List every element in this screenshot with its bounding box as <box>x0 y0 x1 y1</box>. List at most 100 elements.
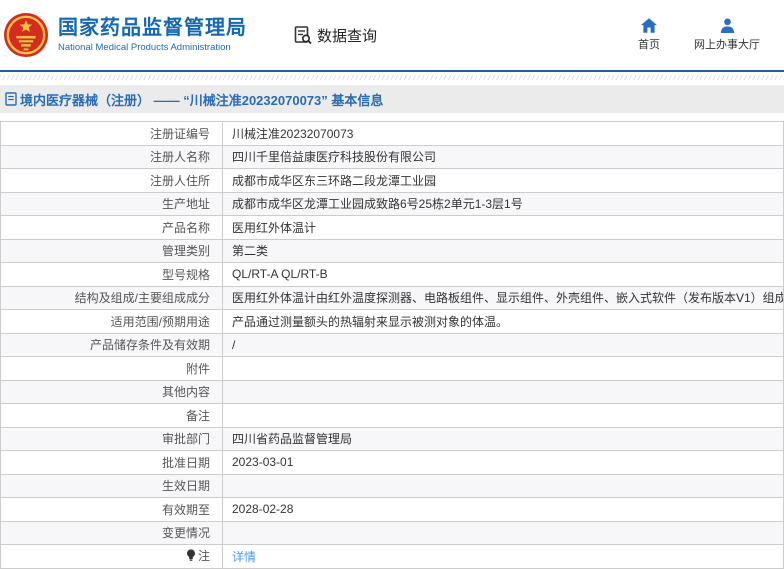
data-query-label: 数据查询 <box>317 27 378 45</box>
table-row: 产品储存条件及有效期 / <box>0 332 784 357</box>
row-label: 型号规格 <box>161 267 210 282</box>
row-label-cell: 注册证编号 <box>0 121 223 146</box>
row-label-cell: 审批部门 <box>0 426 223 451</box>
home-icon <box>641 18 657 33</box>
row-label: 有效期至 <box>161 502 210 517</box>
row-label-cell: 备注 <box>0 403 223 428</box>
row-label: 结构及组成/主要组成成分 <box>74 291 210 306</box>
row-label: 生产地址 <box>161 197 210 212</box>
row-value-cell: 医用红外体温计 <box>222 215 784 240</box>
row-value-cell: 产品通过测量额头的热辐射来显示被测对象的体温。 <box>222 309 784 334</box>
row-label-cell: 注册人住所 <box>0 168 223 193</box>
row-value-cell: QL/RT-A QL/RT-B <box>222 262 784 287</box>
row-value-cell: 川械注准20232070073 <box>222 121 784 146</box>
row-label: 注册人名称 <box>149 150 210 165</box>
header-right-nav: 首页 网上办事大厅 <box>638 18 760 52</box>
table-row: 其他内容 <box>0 379 784 404</box>
person-icon <box>720 18 734 33</box>
table-row: 附件 <box>0 356 784 381</box>
header-divider <box>0 70 784 72</box>
registration-info-table-wrap: 注册证编号 川械注准20232070073 注册人名称 四川千里倍益康医疗科技股份有限… <box>0 121 784 569</box>
row-label: 批准日期 <box>161 455 210 470</box>
row-value-cell <box>222 473 784 498</box>
agency-title: 国家药品监督管理局 <box>58 17 247 39</box>
row-label-cell: 结构及组成/主要组成成分 <box>0 285 223 310</box>
row-label-cell: 产品储存条件及有效期 <box>0 332 223 357</box>
row-value-cell: 2023-03-01 <box>222 450 784 475</box>
row-value: 2028-02-28 <box>232 502 294 517</box>
page-title: 境内医疗器械（注册） —— “川械注准20232070073” 基本信息 <box>20 92 384 108</box>
row-value-cell: 2028-02-28 <box>222 497 784 522</box>
row-label: 产品名称 <box>161 220 210 235</box>
nav-home-label: 首页 <box>638 39 660 51</box>
row-value-cell <box>222 379 784 404</box>
table-row: 变更情况 <box>0 520 784 545</box>
row-value-cell: 医用红外体温计由红外温度探测器、电路板组件、显示组件、外壳组件、嵌入式软件（发布… <box>222 285 784 310</box>
row-value: 四川千里倍益康医疗科技股份有限公司 <box>232 150 437 165</box>
row-value: / <box>232 337 236 352</box>
table-row: 管理类别 第二类 <box>0 238 784 263</box>
row-value-cell: 第二类 <box>222 238 784 263</box>
row-value: 川械注准20232070073 <box>232 126 354 141</box>
row-label: 注册证编号 <box>149 126 210 141</box>
breadcrumb: 境内医疗器械（注册） —— “川械注准20232070073” 基本信息 <box>0 85 784 113</box>
row-value: 第二类 <box>232 244 269 259</box>
row-value: 成都市成华区东三环路二段龙潭工业园 <box>232 173 437 188</box>
row-label: 适用范围/预期用途 <box>110 314 210 329</box>
nav-online-hall[interactable]: 网上办事大厅 <box>694 18 760 52</box>
table-row: 注册人住所 成都市成华区东三环路二段龙潭工业园 <box>0 168 784 193</box>
row-label: 注册人住所 <box>149 173 210 188</box>
row-label: 备注 <box>185 408 210 423</box>
nav-home[interactable]: 首页 <box>638 18 660 52</box>
table-row: 备注 <box>0 403 784 428</box>
row-label: 产品储存条件及有效期 <box>89 338 210 353</box>
row-value-cell: 详情 <box>222 544 784 569</box>
row-label-cell: 变更情况 <box>0 520 223 545</box>
table-row: 注 详情 <box>0 544 784 569</box>
data-query-nav[interactable]: 数据查询 <box>293 25 377 46</box>
row-value: 2023-03-01 <box>232 455 294 470</box>
agency-logo[interactable]: 国家药品监督管理局 National Medical Products Admi… <box>3 12 247 58</box>
table-row: 适用范围/预期用途 产品通过测量额头的热辐射来显示被测对象的体温。 <box>0 309 784 334</box>
table-row: 注册人名称 四川千里倍益康医疗科技股份有限公司 <box>0 144 784 169</box>
bulb-icon <box>186 549 196 565</box>
row-label-cell: 产品名称 <box>0 215 223 240</box>
agency-subtitle: National Medical Products Administration <box>58 42 231 53</box>
table-row: 批准日期 2023-03-01 <box>0 450 784 475</box>
row-label-cell: 注 <box>0 544 223 569</box>
row-label-cell: 有效期至 <box>0 497 223 522</box>
row-label-cell: 型号规格 <box>0 262 223 287</box>
row-value-cell: 成都市成华区东三环路二段龙潭工业园 <box>222 168 784 193</box>
national-emblem-icon <box>3 12 49 58</box>
registration-info-table: 注册证编号 川械注准20232070073 注册人名称 四川千里倍益康医疗科技股份有限… <box>0 121 784 569</box>
row-value-cell <box>222 356 784 381</box>
row-value-cell: 四川千里倍益康医疗科技股份有限公司 <box>222 144 784 169</box>
row-label-cell: 生效日期 <box>0 473 223 498</box>
row-label: 附件 <box>185 361 210 376</box>
row-value: 成都市成华区龙潭工业园成致路6号25栋2单元1-3层1号 <box>232 197 523 212</box>
row-label-cell: 生产地址 <box>0 191 223 216</box>
row-value: 四川省药品监督管理局 <box>232 432 353 447</box>
table-row: 型号规格 QL/RT-A QL/RT-B <box>0 262 784 287</box>
table-row: 生效日期 <box>0 473 784 498</box>
row-value-cell: 四川省药品监督管理局 <box>222 426 784 451</box>
row-label: 注 <box>197 549 210 564</box>
row-value: 医用红外体温计 <box>232 220 317 235</box>
nav-online-hall-label: 网上办事大厅 <box>694 39 760 51</box>
row-value: 医用红外体温计由红外温度探测器、电路板组件、显示组件、外壳组件、嵌入式软件（发布… <box>232 291 784 306</box>
row-value-cell: / <box>222 332 784 357</box>
hatch-texture <box>0 75 784 80</box>
table-row: 注册证编号 川械注准20232070073 <box>0 121 784 146</box>
detail-link[interactable]: 详情 <box>232 550 256 564</box>
table-row: 产品名称 医用红外体温计 <box>0 215 784 240</box>
row-value-cell: 成都市成华区龙潭工业园成致路6号25栋2单元1-3层1号 <box>222 191 784 216</box>
row-label-cell: 批准日期 <box>0 450 223 475</box>
table-row: 审批部门 四川省药品监督管理局 <box>0 426 784 451</box>
row-label-cell: 注册人名称 <box>0 144 223 169</box>
row-label-cell: 管理类别 <box>0 238 223 263</box>
table-row: 生产地址 成都市成华区龙潭工业园成致路6号25栋2单元1-3层1号 <box>0 191 784 216</box>
table-row: 结构及组成/主要组成成分 医用红外体温计由红外温度探测器、电路板组件、显示组件、外… <box>0 285 784 310</box>
site-header: 国家药品监督管理局 National Medical Products Admi… <box>0 0 784 70</box>
document-search-icon <box>294 26 312 45</box>
row-value: QL/RT-A QL/RT-B <box>232 267 328 282</box>
